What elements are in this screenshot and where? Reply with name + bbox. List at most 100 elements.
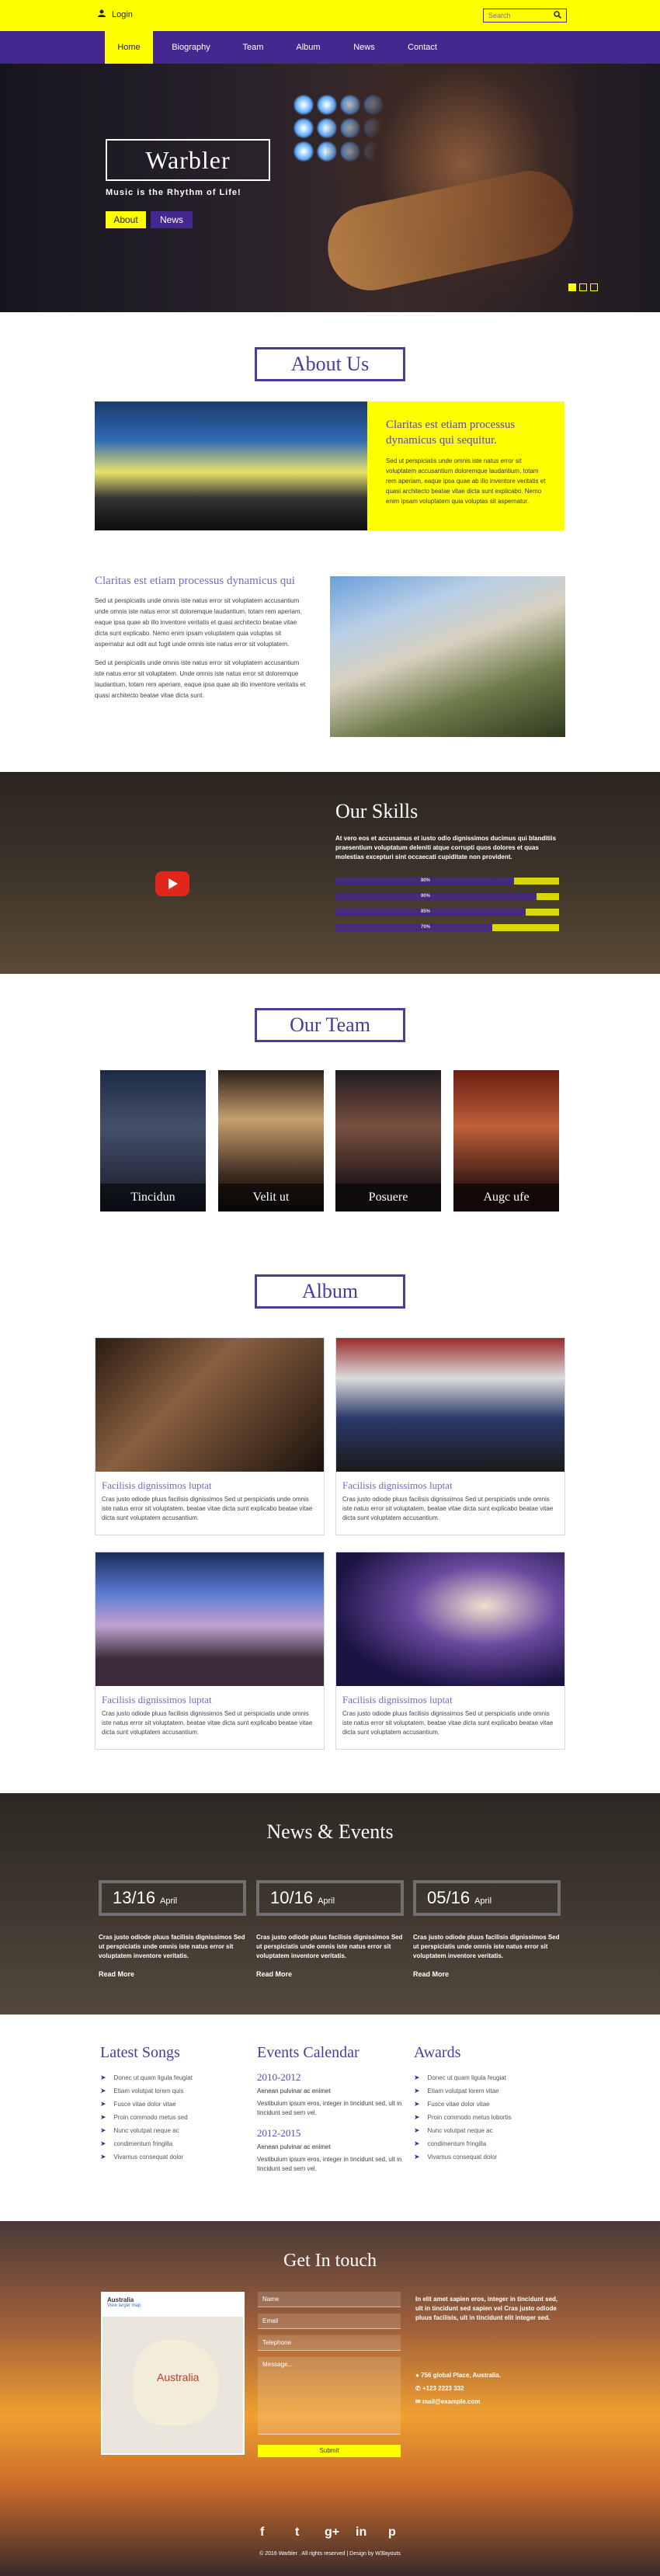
song-item[interactable]: ➤ Vivamus consequat dolor (100, 2150, 248, 2164)
nav-contact[interactable]: Contact (396, 31, 449, 64)
award-item[interactable]: ➤ Nunc volutpat neque ac (414, 2124, 561, 2137)
slider-dot[interactable] (590, 283, 598, 291)
song-item[interactable]: ➤ Etiam volutpat lorem quis (100, 2084, 248, 2098)
email-text[interactable]: mail@example.com (422, 2398, 481, 2405)
song-label: Vivamus consequat dolor (113, 2154, 184, 2161)
news-month: April (318, 1896, 335, 1906)
location-map[interactable]: Australia View larger map Australia (101, 2292, 245, 2455)
slider-dot[interactable] (568, 283, 576, 291)
album-card-text: Cras justo odiode pluus facilisis dignis… (342, 1710, 554, 1736)
song-item[interactable]: ➤ condimentum fringilla (100, 2137, 248, 2150)
nav-album[interactable]: Album (284, 31, 332, 64)
award-label: Etiam volutpat lorem vitae (427, 2088, 499, 2095)
nav-news[interactable]: News (342, 31, 387, 64)
about-paragraph-1: Sed ut perspiciatis unde omnis iste natu… (95, 597, 302, 648)
submit-button[interactable]: Submit (258, 2445, 401, 2457)
nav-biography[interactable]: Biography (165, 31, 217, 64)
album-card-title: Facilisis dignissimos luptat (342, 1479, 453, 1491)
brand-logo[interactable]: Warbler (106, 139, 270, 181)
linkedin-icon[interactable]: in (356, 2526, 366, 2539)
search-input[interactable]: Search (488, 12, 511, 19)
map-place: Australia (107, 2296, 134, 2303)
album-card[interactable]: Facilisis dignissimos luptat Cras justo … (95, 1552, 325, 1750)
hero-news-button[interactable]: News (151, 211, 193, 228)
news-date: 05/16 April (413, 1880, 561, 1916)
album-image (336, 1338, 564, 1472)
skill-bar: 80% (335, 878, 559, 885)
song-item[interactable]: ➤ Fusce vitae dolor vitae (100, 2098, 248, 2111)
message-field[interactable]: Message... (258, 2357, 401, 2435)
arrow-icon: ➤ (414, 2087, 420, 2095)
news-section: News & Events 13/16 April Cras justo odio… (0, 1793, 660, 2015)
song-item[interactable]: ➤ Nunc volutpat neque ac (100, 2124, 248, 2137)
news-month: April (474, 1896, 492, 1906)
album-card[interactable]: Facilisis dignissimos luptat Cras justo … (95, 1337, 325, 1535)
telephone-field[interactable]: Telephone (258, 2335, 401, 2351)
about-text-block: Claritas est etiam processus dynamicus q… (95, 575, 309, 701)
event-title: Aenean pulvinar ac enimet (257, 2143, 331, 2150)
award-item[interactable]: ➤ Donec ut quam ligula feugiat (414, 2071, 561, 2084)
award-item[interactable]: ➤ Proin commodo metus lobortis (414, 2111, 561, 2124)
award-label: Fusce vitae dolor vitae (427, 2101, 490, 2108)
skills-text: At vero eos et accusamus et iusto odio d… (335, 835, 557, 860)
google-plus-icon[interactable]: g+ (325, 2526, 339, 2539)
arrow-icon: ➤ (100, 2074, 106, 2081)
song-item[interactable]: ➤ Donec ut quam ligula feugiat (100, 2071, 248, 2084)
news-date: 10/16 April (256, 1880, 404, 1916)
read-more-link[interactable]: Read More (413, 1970, 449, 1978)
skill-bar: 85% (335, 909, 559, 916)
slider-dots (568, 283, 598, 291)
read-more-link[interactable]: Read More (99, 1970, 134, 1978)
about-yellow-title: Claritas est etiam processus dynamicus q… (386, 419, 516, 447)
skill-bar-fill: 90% (335, 893, 537, 900)
award-label: Donec ut quam ligula feugiat (427, 2074, 506, 2081)
location-icon: ● (415, 2372, 419, 2379)
album-card-title: Facilisis dignissimos luptat (102, 1694, 212, 1705)
album-card[interactable]: Facilisis dignissimos luptat Cras justo … (335, 1552, 565, 1750)
team-member-card[interactable]: Tincidun (100, 1070, 206, 1212)
slider-dot[interactable] (579, 283, 587, 291)
top-bar: Login Search (0, 0, 660, 31)
phone-text: +123 2223 332 (422, 2385, 464, 2392)
team-member-name: Augc ufe (453, 1184, 559, 1212)
award-item[interactable]: ➤ Fusce vitae dolor vitae (414, 2098, 561, 2111)
arrow-icon: ➤ (100, 2153, 106, 2161)
twitter-icon[interactable]: t (295, 2526, 299, 2539)
award-item[interactable]: ➤ Vivamus consequat dolor (414, 2150, 561, 2164)
name-field[interactable]: Name (258, 2292, 401, 2307)
login-link[interactable]: Login (98, 9, 133, 19)
nav-team[interactable]: Team (230, 31, 276, 64)
arrow-icon: ➤ (100, 2126, 106, 2134)
video-play-icon[interactable] (155, 871, 189, 896)
read-more-link[interactable]: Read More (256, 1970, 292, 1978)
latest-songs-column: Latest Songs ➤ Donec ut quam ligula feugi… (100, 2044, 248, 2164)
about-yellow-box: Claritas est etiam processus dynamicus q… (367, 402, 564, 530)
contact-heading: Get In touch (283, 2251, 377, 2271)
map-label: Australia (157, 2371, 200, 2383)
award-item[interactable]: ➤ Etiam volutpat lorem vitae (414, 2084, 561, 2098)
event-text: Vestibulum ipsum eros, integer in tincid… (257, 2156, 402, 2172)
album-image (336, 1552, 564, 1686)
award-item[interactable]: ➤ condimentum fringilla (414, 2137, 561, 2150)
award-label: Nunc volutpat neque ac (427, 2127, 493, 2134)
contact-email: ✉ mail@example.com (415, 2397, 563, 2407)
song-label: Donec ut quam ligula feugiat (113, 2074, 193, 2081)
song-item[interactable]: ➤ Proin commodo metus sed (100, 2111, 248, 2124)
news-month: April (160, 1896, 178, 1906)
news-day: 05/16 (427, 1888, 471, 1907)
search-icon[interactable] (554, 11, 562, 20)
map-link[interactable]: View larger map (107, 2303, 238, 2308)
team-member-card[interactable]: Velit ut (218, 1070, 324, 1212)
pinterest-icon[interactable]: p (388, 2526, 396, 2539)
song-label: Fusce vitae dolor vitae (113, 2101, 176, 2108)
email-field[interactable]: Email (258, 2314, 401, 2329)
arrow-icon: ➤ (100, 2113, 106, 2121)
search-box[interactable]: Search (483, 9, 567, 23)
team-member-card[interactable]: Augc ufe (453, 1070, 559, 1212)
album-card[interactable]: Facilisis dignissimos luptat Cras justo … (335, 1337, 565, 1535)
team-member-card[interactable]: Posuere (335, 1070, 441, 1212)
facebook-icon[interactable]: f (260, 2526, 264, 2539)
user-icon (98, 9, 106, 19)
hero-about-button[interactable]: About (106, 211, 146, 228)
nav-home[interactable]: Home (105, 31, 153, 64)
